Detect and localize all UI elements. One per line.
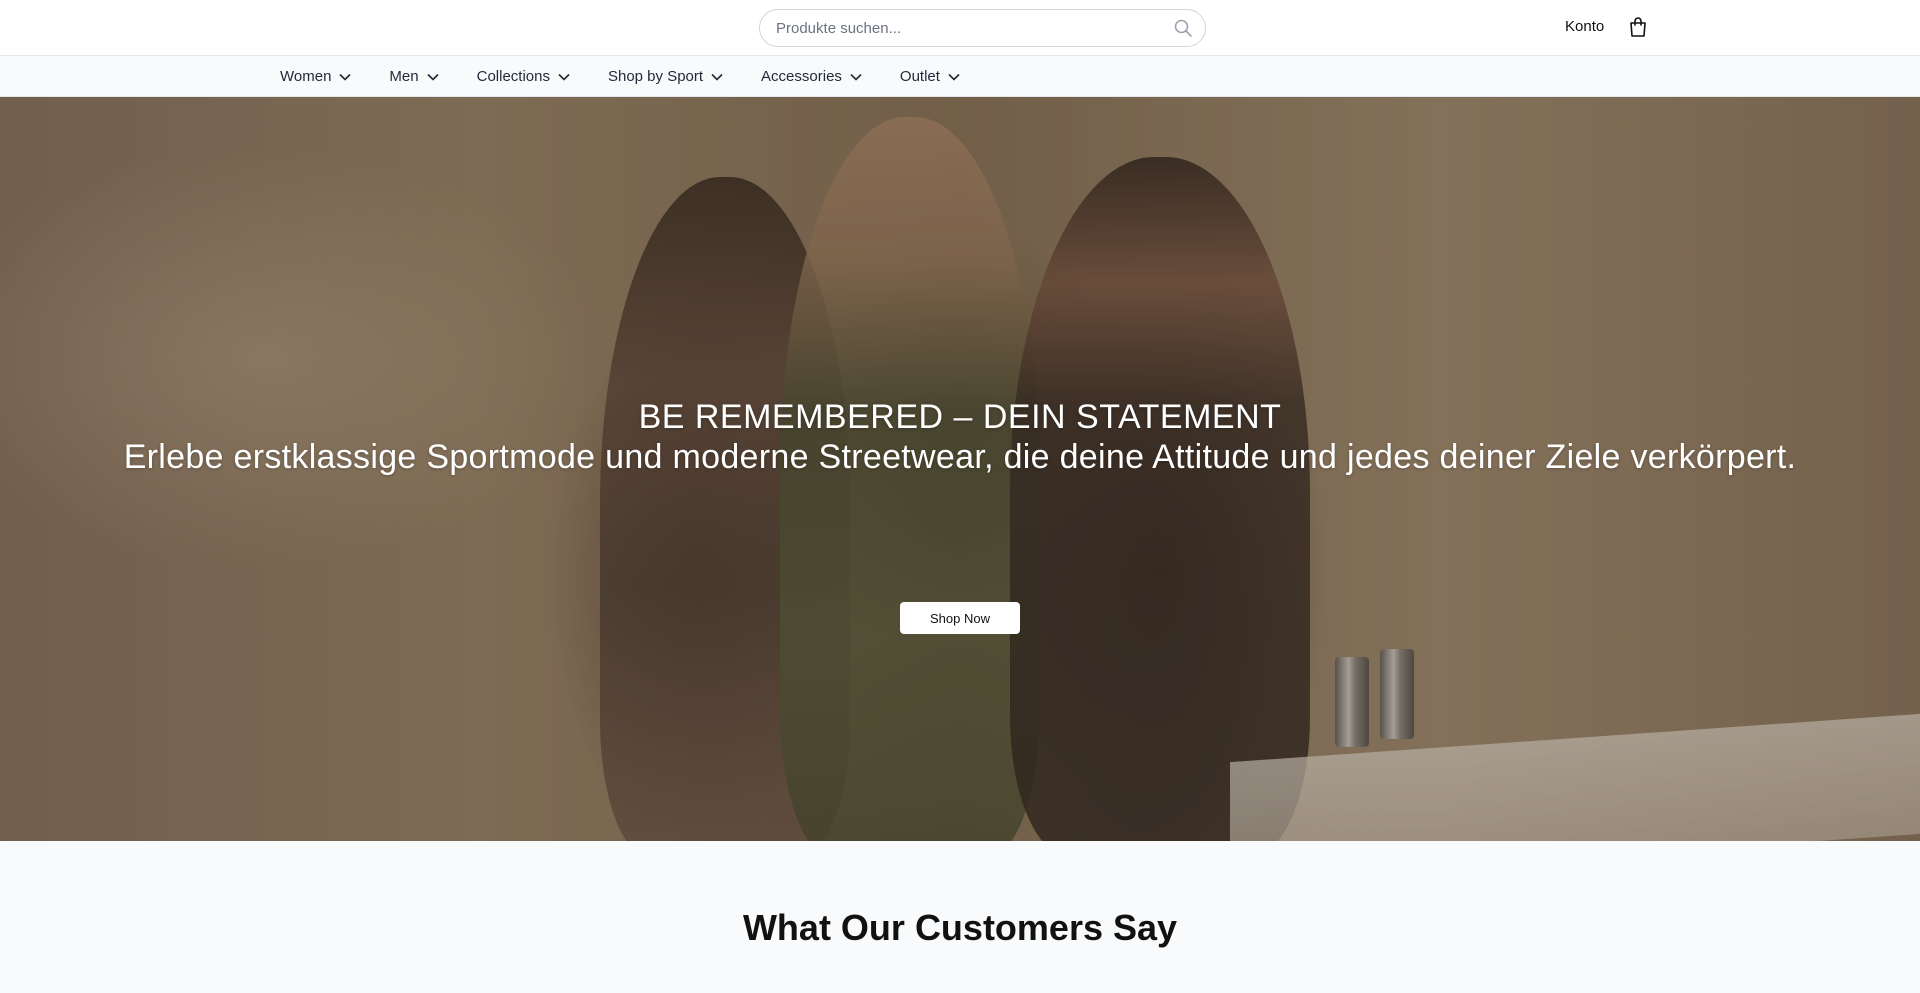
hero-text: BE REMEMBERED – DEIN STATEMENT Erlebe er…: [0, 397, 1920, 477]
nav-item-accessories[interactable]: Accessories: [761, 68, 862, 85]
search-input[interactable]: [776, 10, 1166, 46]
testimonials-section: What Our Customers Say: [0, 841, 1920, 993]
chevron-down-icon: [339, 73, 351, 81]
nav-item-label: Outlet: [899, 68, 940, 85]
chevron-down-icon: [948, 73, 960, 81]
nav-item-label: Accessories: [761, 68, 842, 85]
nav-item-label: Women: [280, 68, 332, 85]
chevron-down-icon: [427, 73, 439, 81]
nav-item-label: Men: [389, 68, 419, 85]
account-link[interactable]: Konto: [1565, 18, 1604, 35]
search-bar[interactable]: [759, 9, 1206, 47]
nav-item-women[interactable]: Women: [280, 68, 351, 85]
site-header: Konto: [0, 0, 1920, 56]
hero-subtitle: Erlebe erstklassige Sportmode und modern…: [123, 438, 1797, 476]
nav-item-outlet[interactable]: Outlet: [900, 68, 960, 85]
nav-item-men[interactable]: Men: [389, 68, 439, 85]
hero-banner: BE REMEMBERED – DEIN STATEMENT Erlebe er…: [0, 97, 1920, 841]
chevron-down-icon: [558, 73, 570, 81]
main-navigation: Women Men Collections Shop by Sport Acce…: [0, 56, 1920, 97]
nav-item-label: Collections: [476, 68, 550, 85]
nav-item-shop-by-sport[interactable]: Shop by Sport: [608, 68, 723, 85]
chevron-down-icon: [850, 73, 862, 81]
nav-item-collections[interactable]: Collections: [477, 68, 570, 85]
hero-title: BE REMEMBERED – DEIN STATEMENT: [638, 398, 1282, 436]
shop-now-button[interactable]: Shop Now: [900, 602, 1020, 634]
nav-item-label: Shop by Sport: [607, 68, 704, 85]
shopping-bag-icon[interactable]: [1628, 16, 1648, 38]
search-icon[interactable]: [1173, 18, 1193, 38]
testimonials-heading: What Our Customers Say: [742, 907, 1178, 948]
chevron-down-icon: [711, 73, 723, 81]
